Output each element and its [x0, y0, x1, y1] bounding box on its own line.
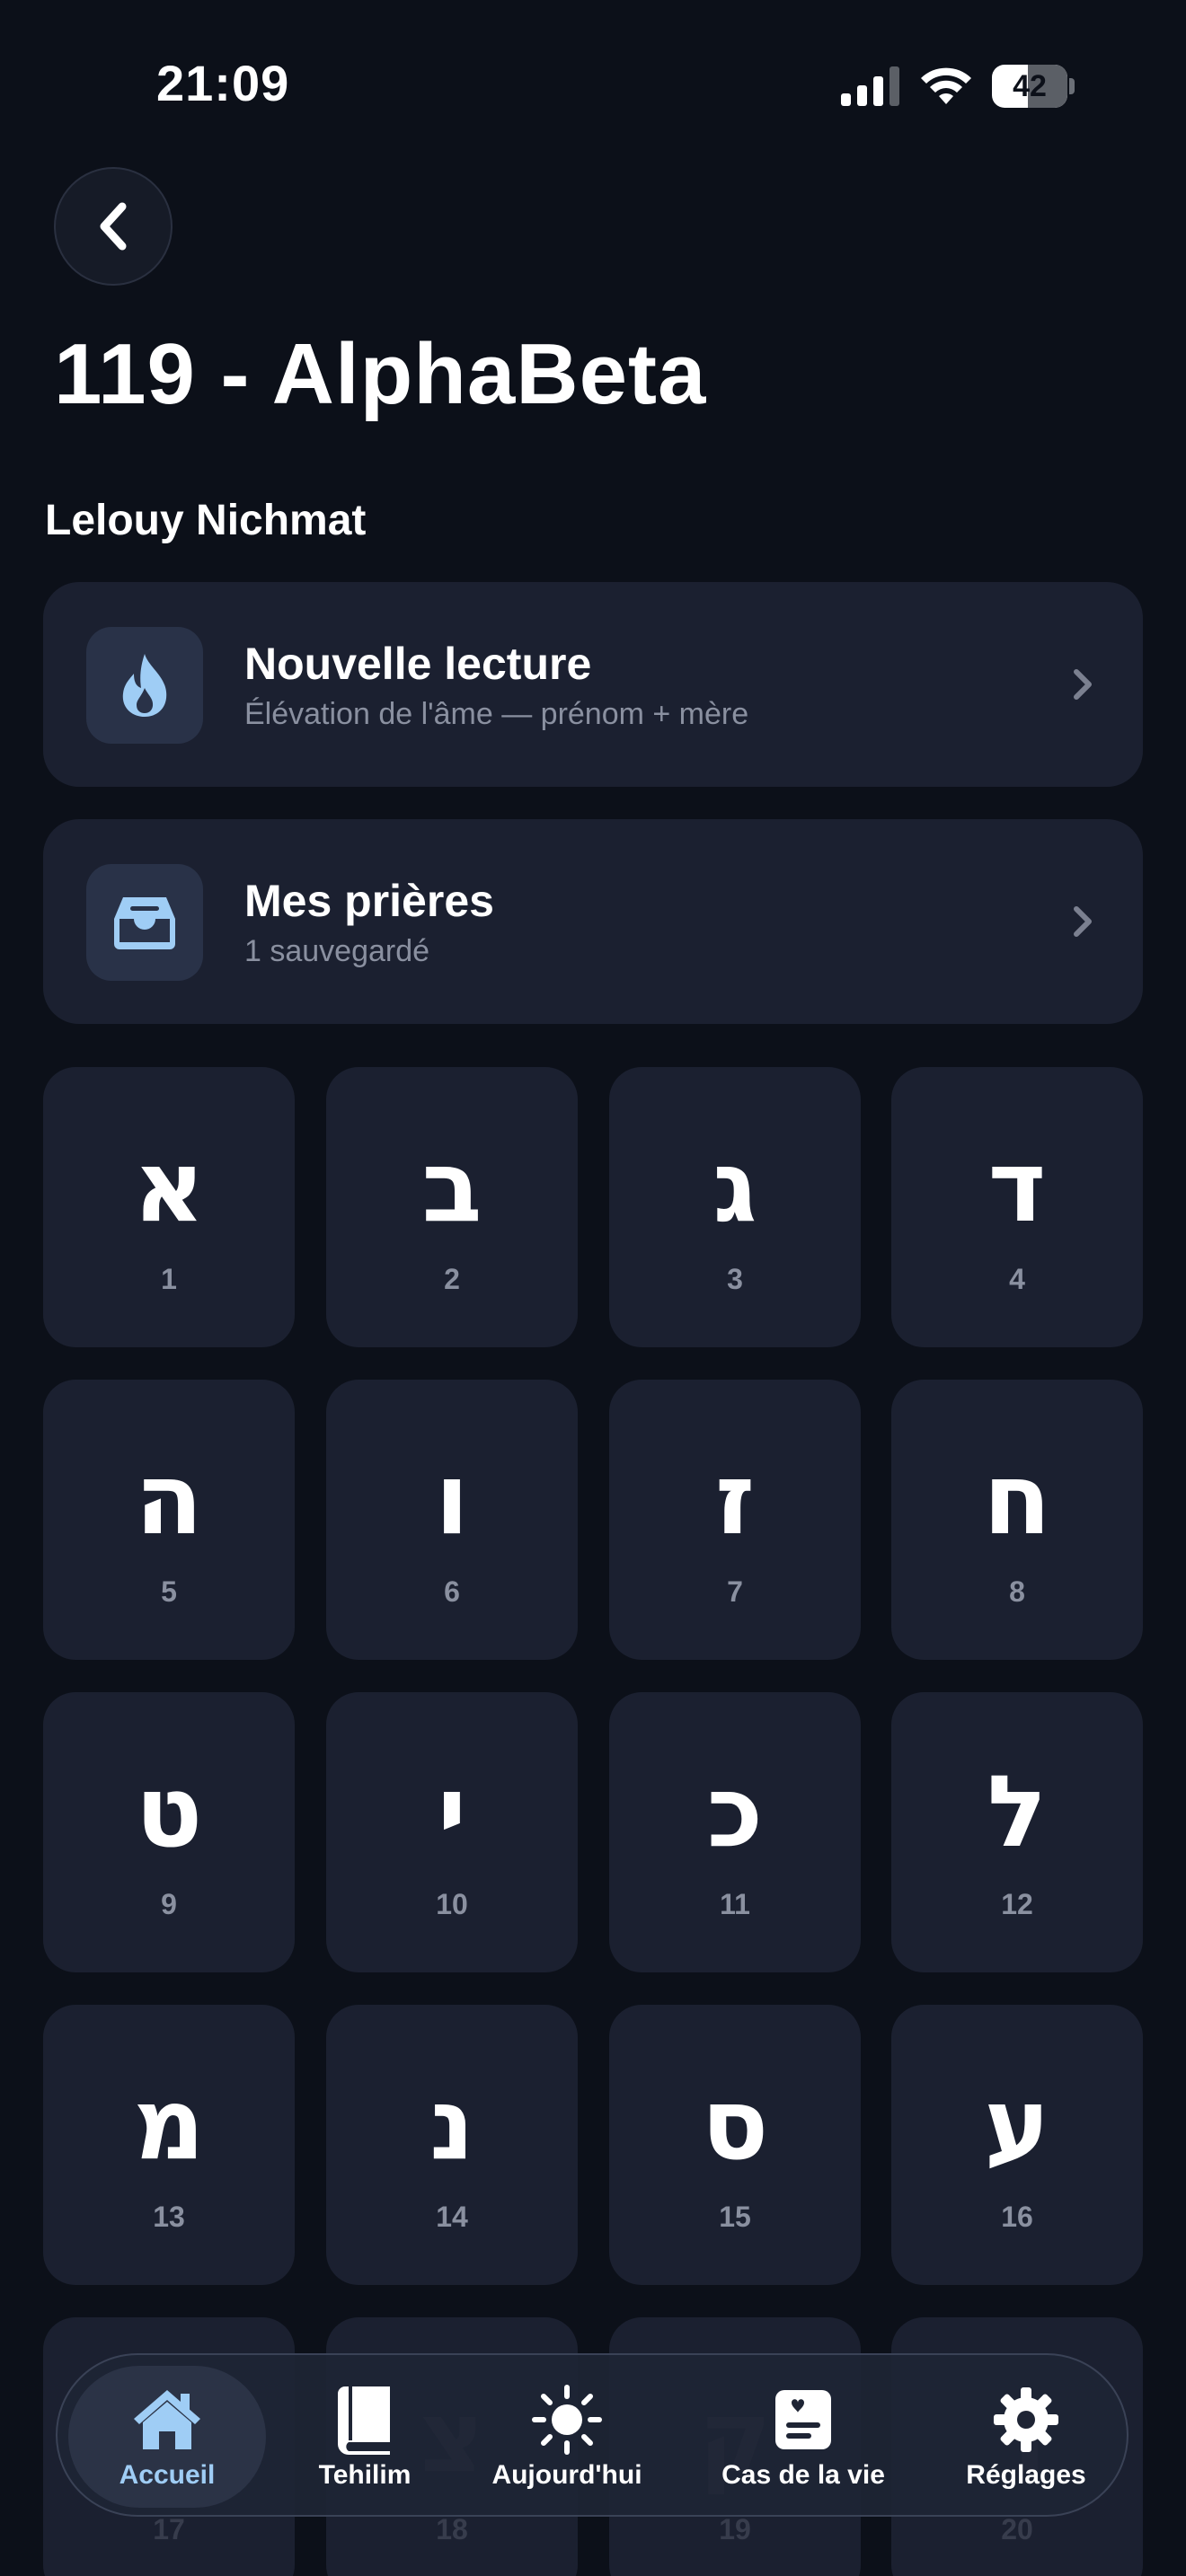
screen: 21:09 42 119 - AlphaBeta Lelouy Nichmat	[0, 0, 1186, 2576]
letter-tile[interactable]: ח8	[891, 1380, 1143, 1660]
letter-number: 1	[161, 1263, 177, 1295]
tab-tehilim[interactable]: Tehilim	[284, 2355, 446, 2519]
letter-glyph: ב	[421, 1129, 482, 1244]
letter-glyph: ו	[435, 1442, 469, 1557]
tab-label: Aujourd'hui	[491, 2460, 642, 2490]
back-button[interactable]	[54, 167, 173, 286]
letter-glyph: ג	[712, 1129, 757, 1244]
sun-icon	[532, 2385, 602, 2455]
letter-tile[interactable]: ט9	[43, 1692, 295, 1972]
wifi-icon	[921, 67, 971, 104]
tab-label: Cas de la vie	[721, 2460, 885, 2490]
letter-glyph: ז	[714, 1442, 756, 1557]
card-title: Nouvelle lecture	[244, 639, 592, 689]
letter-tile[interactable]: ג3	[609, 1067, 861, 1347]
status-bar: 21:09 42	[0, 0, 1186, 171]
letter-glyph: א	[132, 1129, 206, 1244]
letter-number: 16	[1001, 2201, 1033, 2233]
letter-number: 15	[719, 2201, 751, 2233]
letter-tile[interactable]: נ 14	[326, 2005, 578, 2285]
letter-glyph: כ	[706, 1754, 764, 1869]
letter-number: 5	[161, 1575, 177, 1608]
letter-number: 9	[161, 1888, 177, 1920]
section-title: Lelouy Nichmat	[45, 497, 367, 544]
home-icon	[134, 2390, 200, 2449]
letter-tile[interactable]: מ 13	[43, 2005, 295, 2285]
tab-label: Réglages	[966, 2460, 1086, 2490]
gear-icon	[994, 2387, 1058, 2452]
letter-glyph: ט	[135, 1754, 203, 1869]
letter-tile[interactable]: ו6	[326, 1380, 578, 1660]
letter-tile[interactable]: ס 15	[609, 2005, 861, 2285]
letter-number: 6	[444, 1575, 460, 1608]
letter-number: 17	[153, 2513, 185, 2545]
status-time: 21:09	[156, 55, 290, 111]
card-subtitle: 1 sauvegardé	[244, 934, 430, 968]
card-icon-container	[86, 627, 203, 744]
letter-tile[interactable]: י 10	[326, 1692, 578, 1972]
card-icon-container	[86, 864, 203, 981]
letter-number: 11	[720, 1888, 750, 1920]
letter-tile[interactable]: א1	[43, 1067, 295, 1347]
letter-glyph: מ	[133, 2067, 205, 2182]
letter-tile[interactable]: ב2	[326, 1067, 578, 1347]
letter-number: 13	[153, 2201, 185, 2233]
battery-level: 42	[1013, 69, 1047, 103]
letter-glyph: ע	[984, 2067, 1050, 2182]
letter-number: 8	[1009, 1575, 1025, 1608]
letter-tile[interactable]: ע 16	[891, 2005, 1143, 2285]
chevron-right-icon	[1074, 906, 1092, 937]
tab-settings[interactable]: Réglages	[936, 2355, 1116, 2519]
card-title: Mes prières	[244, 876, 494, 926]
tab-label: Tehilim	[318, 2460, 412, 2490]
card-subtitle: Élévation de l'âme — prénom + mère	[244, 697, 749, 731]
letter-glyph: ד	[987, 1129, 1047, 1244]
battery-icon: 42	[992, 65, 1075, 108]
letter-tile[interactable]: כ 11	[609, 1692, 861, 1972]
letter-glyph: ל	[987, 1754, 1048, 1869]
chevron-right-icon	[1074, 669, 1092, 700]
chevron-left-icon	[100, 202, 127, 251]
book-icon	[338, 2386, 390, 2455]
tab-life-situations[interactable]: Cas de la vie	[686, 2355, 920, 2519]
letter-number: 7	[727, 1575, 743, 1608]
tab-label: Accueil	[119, 2460, 216, 2490]
tab-bar: Accueil Tehilim Aujourd'hui Cas de la vi…	[56, 2353, 1128, 2517]
letter-glyph: ה	[135, 1442, 203, 1557]
letter-number: 3	[727, 1263, 743, 1295]
letter-number: 12	[1001, 1888, 1033, 1920]
letter-tile[interactable]: ל 12	[891, 1692, 1143, 1972]
letter-glyph: ס	[701, 2067, 769, 2182]
flame-icon	[122, 654, 167, 717]
letter-tile[interactable]: ה5	[43, 1380, 295, 1660]
tab-home[interactable]: Accueil	[68, 2366, 266, 2508]
new-reading-card[interactable]: Nouvelle lecture Élévation de l'âme — pr…	[43, 582, 1143, 787]
my-prayers-card[interactable]: Mes prières 1 sauvegardé	[43, 819, 1143, 1024]
cellular-signal-icon	[841, 66, 899, 106]
inbox-icon	[114, 897, 175, 949]
letter-glyph: ח	[983, 1442, 1051, 1557]
heart-document-icon	[775, 2390, 831, 2449]
letter-glyph: נ	[429, 2067, 474, 2182]
letter-number: 2	[444, 1263, 460, 1295]
letter-number: 10	[436, 1888, 468, 1920]
tab-today[interactable]: Aujourd'hui	[464, 2355, 670, 2519]
letter-tile[interactable]: ד4	[891, 1067, 1143, 1347]
letter-glyph: י	[437, 1754, 467, 1869]
letter-number: 14	[436, 2201, 468, 2233]
letter-number: 4	[1009, 1263, 1025, 1295]
page-title: 119 - AlphaBeta	[54, 326, 707, 422]
letter-tile[interactable]: ז7	[609, 1380, 861, 1660]
